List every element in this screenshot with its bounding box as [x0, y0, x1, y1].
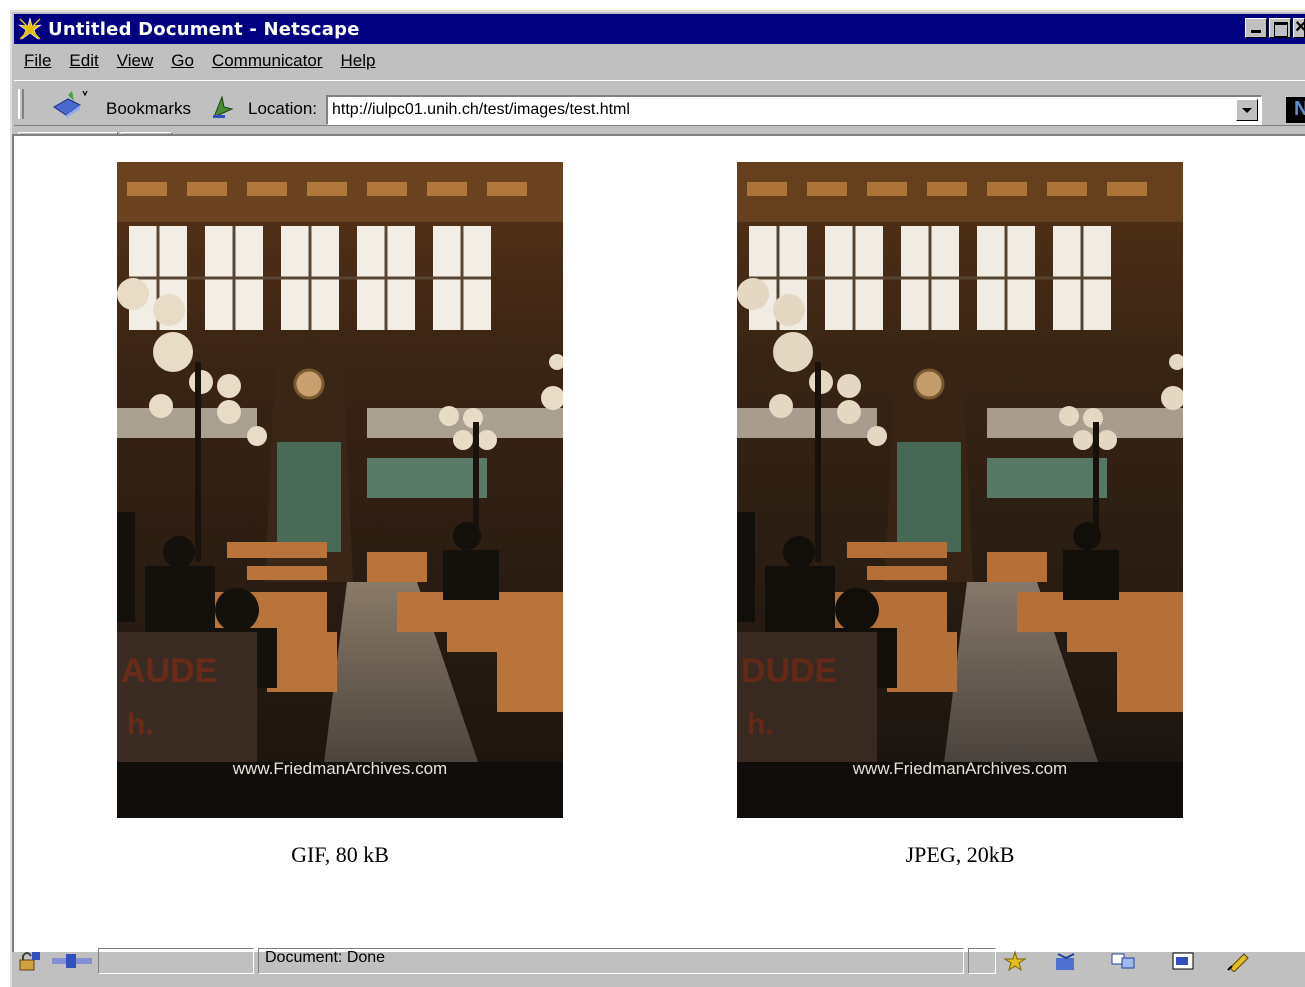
menu-file-label: File: [24, 51, 52, 70]
gif-image: AUDE h. www.FriedmanArchives.com: [117, 162, 563, 818]
svg-text:h.: h.: [127, 708, 154, 741]
menu-file[interactable]: File: [24, 51, 51, 71]
window-controls: [1245, 18, 1305, 38]
netscape-n-icon[interactable]: [1286, 97, 1305, 123]
edit-pen-icon[interactable]: [1226, 950, 1252, 973]
netscape-star-icon: [17, 17, 43, 41]
svg-text:h.: h.: [747, 708, 774, 741]
location-toolbar: Bookmarks Location: http://iulpc01.unih.…: [14, 80, 1305, 126]
menu-communicator[interactable]: Communicator: [212, 51, 323, 71]
status-message: Document: Done: [265, 949, 386, 966]
navigator-icon[interactable]: [1002, 950, 1028, 972]
menu-go[interactable]: Go: [171, 51, 194, 71]
photo-cafe-interior-gif: AUDE h. www.FriedmanArchives.com: [117, 162, 563, 818]
component-bar-handle[interactable]: [968, 948, 996, 974]
mail-icon[interactable]: [1054, 950, 1080, 972]
composer-icon[interactable]: [1170, 950, 1196, 972]
connection-icon: [50, 950, 94, 972]
url-dropdown-button[interactable]: [1236, 99, 1258, 121]
close-button[interactable]: [1293, 18, 1305, 38]
minimize-button[interactable]: [1245, 18, 1267, 38]
svg-text:AUDE: AUDE: [121, 652, 217, 690]
menu-edit[interactable]: Edit: [69, 51, 98, 71]
window-title: Untitled Document - Netscape: [48, 18, 360, 40]
jpeg-caption: JPEG, 20kB: [905, 842, 1015, 867]
bookmarks-label[interactable]: Bookmarks: [106, 99, 191, 119]
menu-view-label: View: [116, 51, 154, 70]
menu-go-label: Go: [171, 51, 194, 70]
security-lock-icon[interactable]: [16, 950, 42, 972]
menu-edit-label: Edit: [69, 51, 99, 70]
toolbar-grip[interactable]: [18, 89, 24, 119]
progress-bar: [98, 948, 254, 974]
status-bar: Document: Done: [2, 944, 1305, 977]
menu-help[interactable]: Help: [340, 51, 375, 71]
jpeg-watermark: www.FriedmanArchives.com: [852, 759, 1067, 778]
bookmark-book-icon[interactable]: [50, 89, 90, 119]
menu-bar: File Edit View Go Communicator Help: [14, 46, 1305, 76]
menu-help-label: Help: [340, 51, 376, 70]
menu-view[interactable]: View: [117, 51, 154, 71]
location-pointer-icon[interactable]: [210, 93, 236, 119]
status-message-cell: Document: Done: [258, 948, 964, 974]
page-content: AUDE h. www.FriedmanArchives.com GIF, 80…: [12, 134, 1305, 952]
menu-communicator-label: Communicator: [211, 51, 323, 70]
discussion-icon[interactable]: [1110, 950, 1136, 972]
gif-caption: GIF, 80 kB: [291, 842, 389, 867]
location-label: Location:: [248, 99, 317, 118]
maximize-button[interactable]: [1269, 18, 1291, 38]
gif-watermark: www.FriedmanArchives.com: [232, 759, 447, 778]
title-bar[interactable]: Untitled Document - Netscape: [14, 14, 1305, 44]
photo-cafe-interior-jpeg: DUDE h. www.FriedmanArchives.com: [737, 162, 1183, 818]
jpeg-image: DUDE h. www.FriedmanArchives.com: [737, 162, 1183, 818]
url-input[interactable]: http://iulpc01.unih.ch/test/images/test.…: [326, 95, 1262, 125]
svg-text:DUDE: DUDE: [741, 652, 837, 690]
